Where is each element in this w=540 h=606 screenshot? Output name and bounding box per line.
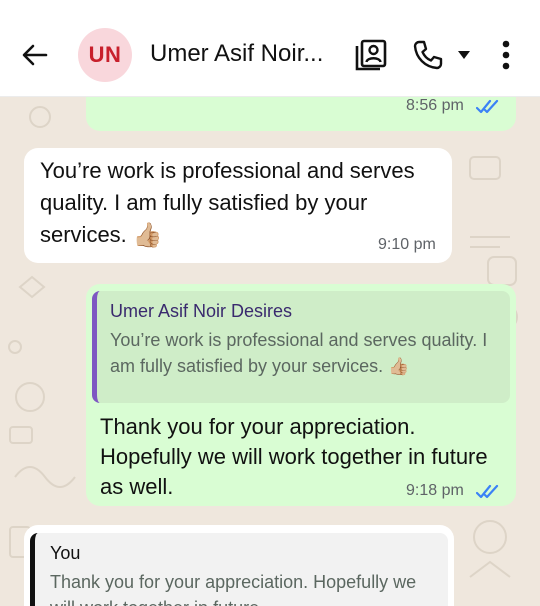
caret-down-icon[interactable] [452, 42, 476, 68]
more-vert-icon[interactable] [492, 36, 520, 74]
quoted-message[interactable]: Umer Asif Noir Desires You’re work is pr… [92, 291, 510, 403]
avatar[interactable]: UN [78, 28, 132, 82]
quoted-text: You’re work is professional and serves q… [110, 330, 488, 376]
incoming-reply-bubble[interactable]: You Thank you for your appreciation. Hop… [24, 525, 454, 606]
contact-card-icon[interactable] [352, 36, 390, 74]
chat-area[interactable]: 8:56 pm You’re work is professional and … [0, 97, 540, 606]
phone-icon[interactable] [410, 36, 446, 74]
message-time: 8:56 pm [406, 97, 464, 114]
read-ticks-icon [476, 99, 499, 114]
message-time: 9:18 pm [406, 482, 464, 499]
chat-header: UN Umer Asif Noir... [0, 0, 540, 97]
quoted-message[interactable]: You Thank you for your appreciation. Hop… [30, 533, 448, 606]
outgoing-reply-bubble[interactable]: Umer Asif Noir Desires You’re work is pr… [86, 284, 516, 506]
outgoing-message-bubble[interactable]: 8:56 pm [86, 97, 516, 131]
thumbs-up-emoji: 👍🏼 [132, 222, 163, 250]
quoted-text: Thank you for your appreciation. Hopeful… [50, 572, 417, 606]
contact-name[interactable]: Umer Asif Noir... [150, 40, 323, 68]
read-ticks-icon [476, 484, 499, 499]
quoted-author: You [50, 543, 81, 563]
back-arrow-icon[interactable] [18, 38, 52, 72]
thumbs-up-emoji: 👍🏼 [388, 357, 410, 376]
message-time: 9:10 pm [378, 236, 436, 253]
quoted-author: Umer Asif Noir Desires [110, 301, 293, 321]
incoming-message-bubble[interactable]: You’re work is professional and serves q… [24, 148, 452, 263]
